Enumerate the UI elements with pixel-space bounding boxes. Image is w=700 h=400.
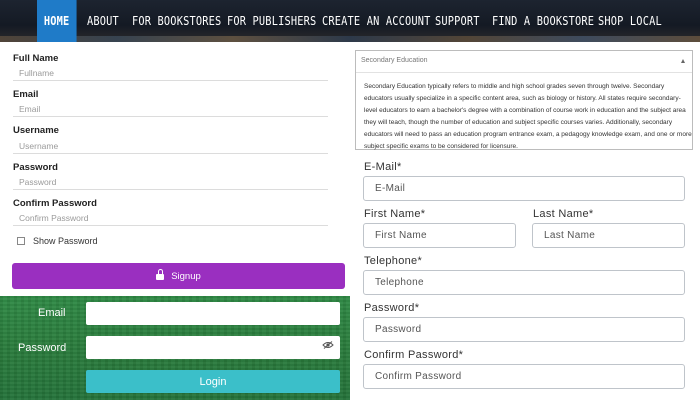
- eye-slash-icon[interactable]: [322, 341, 334, 349]
- show-password-label: Show Password: [33, 236, 98, 246]
- education-level-selected: Secondary Education: [361, 57, 428, 64]
- reg-last-name-input[interactable]: [532, 223, 685, 248]
- show-password-row[interactable]: Show Password: [17, 236, 98, 246]
- reg-email-input[interactable]: [363, 176, 685, 201]
- reg-password-label: Password*: [364, 302, 420, 314]
- nav-for-bookstores[interactable]: FOR BOOKSTORES: [132, 0, 221, 42]
- signup-button[interactable]: Signup: [12, 263, 345, 289]
- reg-password-input[interactable]: [363, 317, 685, 342]
- login-password-input[interactable]: [86, 336, 340, 359]
- caret-up-icon: [681, 59, 685, 63]
- login-button[interactable]: Login: [86, 370, 340, 393]
- reg-first-name-input[interactable]: [363, 223, 516, 248]
- email-label: Email: [13, 89, 39, 100]
- reg-confirm-password-input[interactable]: [363, 364, 685, 389]
- show-password-checkbox[interactable]: [17, 237, 25, 245]
- nav-create-account[interactable]: CREATE AN ACCOUNT: [322, 0, 431, 42]
- reg-first-name-label: First Name*: [364, 208, 426, 220]
- fullname-input[interactable]: [13, 65, 328, 81]
- password-label: Password: [13, 162, 58, 173]
- nav-support[interactable]: SUPPORT: [435, 0, 480, 42]
- reg-email-label: E-Mail*: [364, 161, 402, 173]
- signup-button-label: Signup: [171, 270, 201, 282]
- username-label: Username: [13, 125, 59, 136]
- nav-shop-local[interactable]: SHOP LOCAL: [598, 0, 662, 42]
- login-password-label: Password: [18, 342, 67, 354]
- username-input[interactable]: [13, 138, 328, 154]
- login-email-input[interactable]: [86, 302, 340, 325]
- reg-confirm-password-label: Confirm Password*: [364, 349, 464, 361]
- education-description: Secondary Education typically refers to …: [364, 83, 692, 150]
- password-input[interactable]: [13, 174, 328, 190]
- confirm-password-label: Confirm Password: [13, 198, 97, 209]
- fullname-label: Full Name: [13, 53, 59, 64]
- login-email-label: Email: [38, 307, 66, 319]
- nav-find-bookstore[interactable]: FIND A BOOKSTORE: [492, 0, 594, 42]
- email-input[interactable]: [13, 101, 328, 117]
- reg-last-name-label: Last Name*: [533, 208, 594, 220]
- nav-for-publishers[interactable]: FOR PUBLISHERS: [227, 0, 316, 42]
- signup-form: Full Name Email Username Password Confir…: [0, 42, 348, 300]
- nav-about[interactable]: ABOUT: [87, 0, 119, 42]
- reg-telephone-label: Telephone*: [364, 255, 423, 267]
- lock-icon: [156, 269, 165, 280]
- education-level-select[interactable]: Secondary Education: [356, 51, 692, 73]
- top-nav: HOME ABOUT FOR BOOKSTORES FOR PUBLISHERS…: [0, 0, 700, 42]
- education-info-box: Secondary Education Secondary Education …: [355, 50, 693, 150]
- login-panel: Email Password Login: [0, 296, 350, 400]
- confirm-password-input[interactable]: [13, 210, 328, 226]
- reg-telephone-input[interactable]: [363, 270, 685, 295]
- nav-home[interactable]: HOME: [37, 0, 77, 42]
